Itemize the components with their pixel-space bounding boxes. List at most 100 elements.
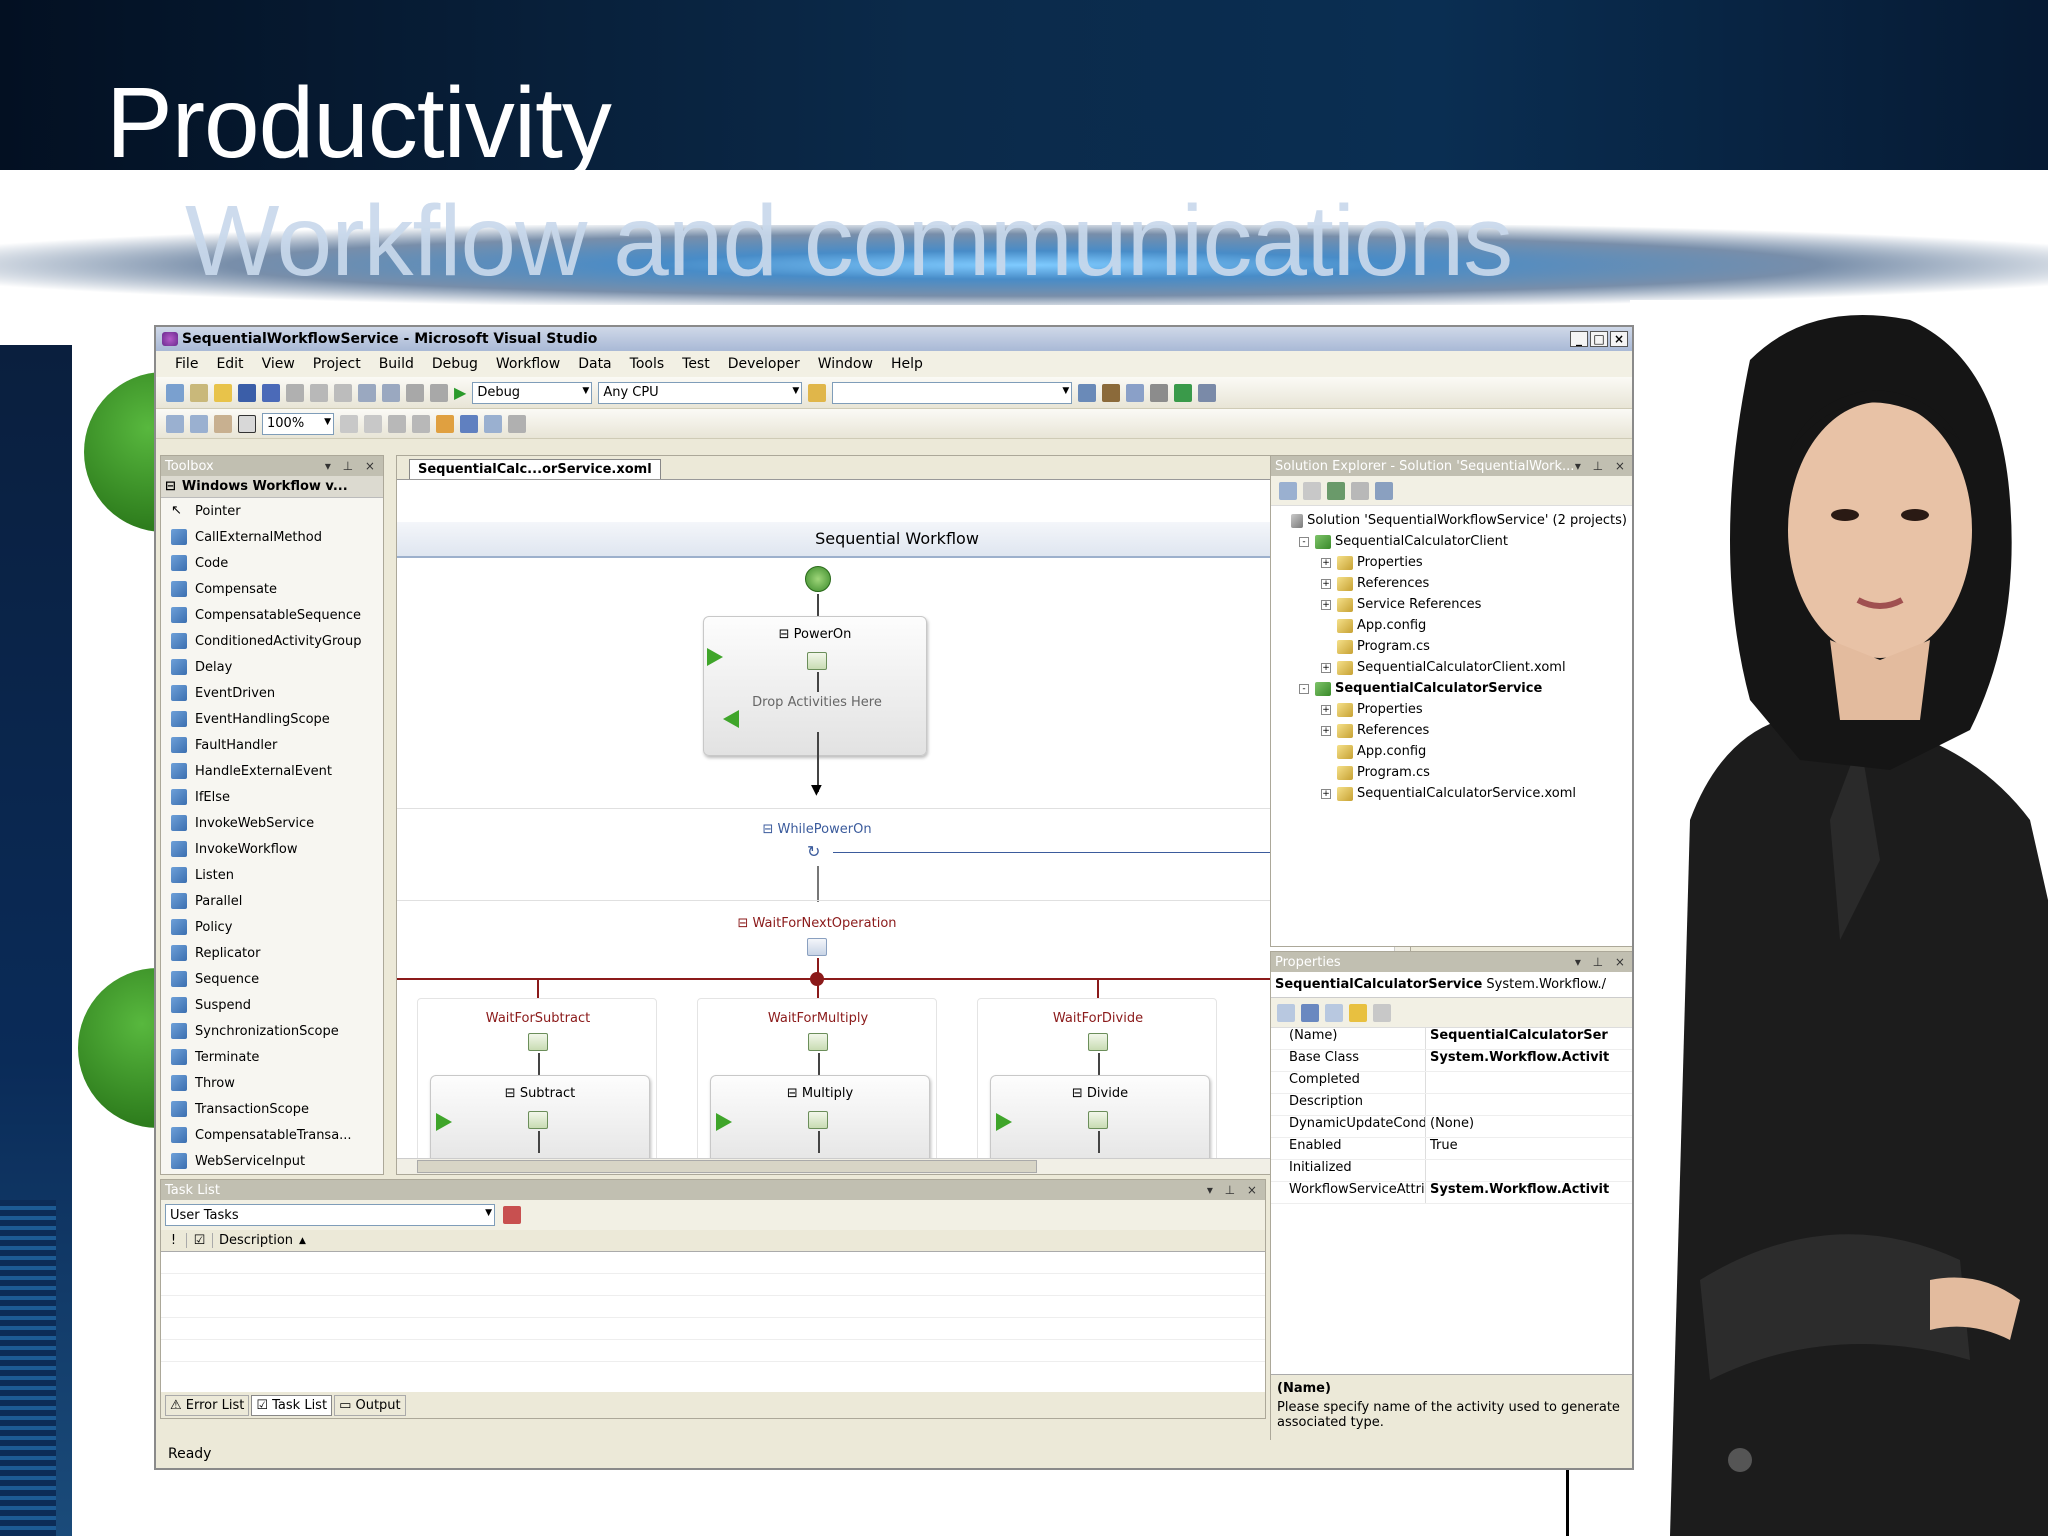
toolbox-item[interactable]: CompensatableTransa... xyxy=(161,1122,383,1148)
tree-item[interactable]: App.config xyxy=(1277,615,1627,636)
property-row[interactable]: Initialized xyxy=(1271,1160,1632,1182)
categorized-icon[interactable] xyxy=(1277,1003,1295,1022)
menu-file[interactable]: File xyxy=(166,356,207,372)
toolbox-item[interactable]: TransactionScope xyxy=(161,1096,383,1122)
save-all-icon[interactable] xyxy=(262,383,280,402)
properties-view-icon[interactable] xyxy=(1325,1003,1343,1022)
start-debug-icon[interactable]: ▶ xyxy=(454,383,466,402)
indent-icon[interactable] xyxy=(412,414,430,433)
tree-item[interactable]: Solution 'SequentialWorkflowService' (2 … xyxy=(1277,510,1627,531)
navigate-backward-icon[interactable] xyxy=(406,383,424,402)
undo-icon[interactable] xyxy=(358,383,376,402)
create-task-icon[interactable] xyxy=(503,1206,521,1224)
property-row[interactable]: Completed xyxy=(1271,1072,1632,1094)
redo-icon[interactable] xyxy=(382,383,400,402)
scroll-thumb[interactable] xyxy=(417,1160,1037,1173)
tree-item[interactable]: + References xyxy=(1277,720,1627,741)
panel-controls[interactable]: ▾ ⊥ × xyxy=(1207,1183,1265,1197)
delete-icon[interactable] xyxy=(508,414,526,433)
menu-window[interactable]: Window xyxy=(809,356,882,372)
toolbox-item[interactable]: CompensatableSequence xyxy=(161,602,383,628)
toolbox-item[interactable]: InvokeWebService xyxy=(161,810,383,836)
events-icon[interactable] xyxy=(1349,1003,1367,1022)
breakpoint-icon[interactable] xyxy=(484,414,502,433)
cut-icon[interactable] xyxy=(286,383,304,402)
new-project-icon[interactable] xyxy=(166,383,184,402)
find-combo[interactable]: ▼ xyxy=(832,381,1073,404)
view-code-icon[interactable] xyxy=(1351,481,1369,500)
property-row[interactable]: Enabled True xyxy=(1271,1138,1632,1160)
tree-item[interactable]: + SequentialCalculatorClient.xoml xyxy=(1277,657,1627,678)
toolbox-item[interactable]: FaultHandler xyxy=(161,732,383,758)
collapse-icon[interactable] xyxy=(364,414,382,433)
property-value[interactable] xyxy=(1426,1072,1430,1093)
alphabetical-icon[interactable] xyxy=(1301,1003,1319,1022)
tree-item[interactable]: Program.cs xyxy=(1277,636,1627,657)
tree-item[interactable]: Program.cs xyxy=(1277,762,1627,783)
tab-output[interactable]: ▭ Output xyxy=(334,1394,406,1416)
property-value[interactable]: True xyxy=(1426,1138,1458,1159)
pointer-icon[interactable] xyxy=(238,414,256,433)
toolbox-item[interactable]: SynchronizationScope xyxy=(161,1018,383,1044)
toolbox-icon[interactable] xyxy=(1150,383,1169,402)
toolbox-group[interactable]: ⊟ Windows Workflow v... xyxy=(161,476,383,498)
horizontal-scrollbar[interactable] xyxy=(397,1158,1397,1174)
toolbox-item[interactable]: InvokeWorkflow xyxy=(161,836,383,862)
poweron-activity[interactable]: ⊟ PowerOn xyxy=(703,616,927,756)
property-pages-icon[interactable] xyxy=(1373,1003,1391,1022)
object-browser-icon[interactable] xyxy=(1126,383,1145,402)
minimize-button[interactable]: _ xyxy=(1570,331,1588,347)
menu-tools[interactable]: Tools xyxy=(621,356,674,372)
toolbox-item[interactable]: Delay xyxy=(161,654,383,680)
designer-canvas[interactable]: Sequential Workflow ⊟ PowerOn Drop Activ… xyxy=(397,482,1397,1162)
property-value[interactable]: (None) xyxy=(1426,1116,1474,1137)
pan-hand-icon[interactable] xyxy=(214,414,232,433)
close-button[interactable]: × xyxy=(1610,331,1628,347)
toolbox-item[interactable]: Terminate xyxy=(161,1044,383,1070)
save-icon[interactable] xyxy=(238,383,256,402)
open-folder-icon[interactable] xyxy=(214,383,232,402)
panel-controls[interactable]: ▾ ⊥ × xyxy=(1575,459,1632,473)
expand-icon[interactable]: + xyxy=(1321,578,1331,589)
tree-item[interactable]: - SequentialCalculatorClient xyxy=(1277,531,1627,552)
menu-help[interactable]: Help xyxy=(882,356,932,372)
view-designer-icon[interactable] xyxy=(1375,481,1393,500)
solution-explorer-icon[interactable] xyxy=(1078,383,1097,402)
property-value[interactable] xyxy=(1426,1094,1430,1115)
tree-item[interactable]: + References xyxy=(1277,573,1627,594)
add-item-icon[interactable] xyxy=(190,383,208,402)
show-all-files-icon[interactable] xyxy=(1303,481,1321,500)
property-row[interactable]: Description xyxy=(1271,1094,1632,1116)
description-column[interactable]: Description xyxy=(213,1233,293,1248)
toolbox-item[interactable]: CallExternalMethod xyxy=(161,524,383,550)
zoom-in-icon[interactable] xyxy=(166,414,184,433)
property-value[interactable] xyxy=(1426,1160,1430,1181)
event-driven-branch[interactable]: WaitForSubtract ⊟ Subtract xyxy=(417,998,657,1162)
toolbox-item[interactable]: ↖ Pointer xyxy=(161,498,383,524)
checkbox-column-icon[interactable]: ☑ xyxy=(187,1233,213,1248)
toolbox-item[interactable]: ConditionedActivityGroup xyxy=(161,628,383,654)
event-driven-branch[interactable]: WaitForMultiply ⊟ Multiply xyxy=(697,998,937,1162)
menu-test[interactable]: Test xyxy=(673,356,719,372)
toolbox-item[interactable]: EventDriven xyxy=(161,680,383,706)
expand-icon[interactable] xyxy=(340,414,358,433)
expand-icon[interactable]: + xyxy=(1321,725,1331,736)
wait-next-activity-label[interactable]: ⊟ WaitForNextOperation xyxy=(687,916,947,931)
tree-item[interactable]: - SequentialCalculatorService xyxy=(1277,678,1627,699)
toolbox-item[interactable]: Parallel xyxy=(161,888,383,914)
toolbox-item[interactable]: Suspend xyxy=(161,992,383,1018)
toolbox-item[interactable]: Sequence xyxy=(161,966,383,992)
property-row[interactable]: (Name) SequentialCalculatorSer xyxy=(1271,1028,1632,1050)
menu-developer[interactable]: Developer xyxy=(719,356,809,372)
expand-icon[interactable]: + xyxy=(1321,599,1331,610)
tab-task-list[interactable]: ☑ Task List xyxy=(251,1394,333,1416)
menu-debug[interactable]: Debug xyxy=(423,356,487,372)
view-icon[interactable] xyxy=(460,414,478,433)
tree-item[interactable]: App.config xyxy=(1277,741,1627,762)
collapse-icon[interactable]: - xyxy=(1299,536,1309,547)
document-tab[interactable]: SequentialCalc...orService.xoml xyxy=(409,459,661,479)
priority-column[interactable]: ! xyxy=(161,1233,187,1248)
collapse-icon[interactable]: - xyxy=(1299,683,1309,694)
menu-project[interactable]: Project xyxy=(304,356,370,372)
task-filter-select[interactable]: User Tasks ▼ xyxy=(165,1204,495,1226)
